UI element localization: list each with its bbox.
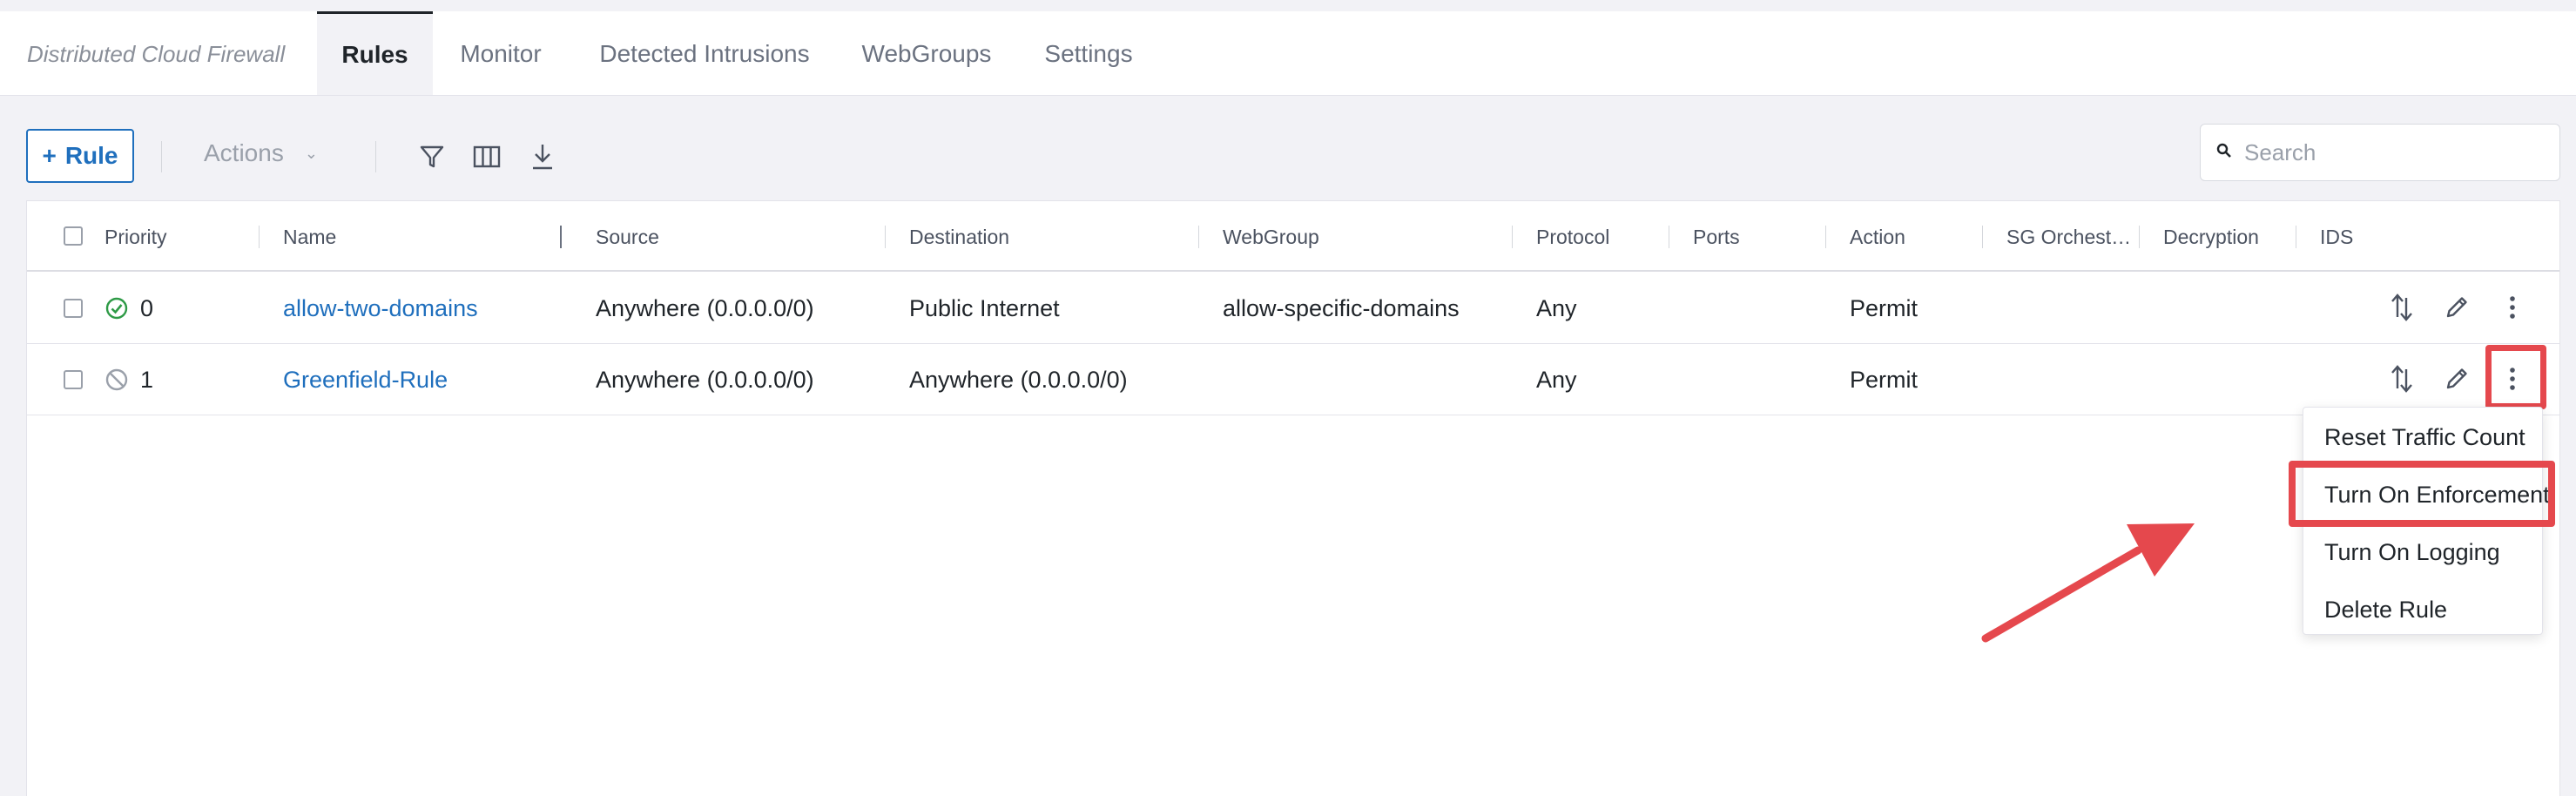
menu-item-turn-on-logging[interactable]: Turn On Logging — [2314, 526, 2533, 578]
search-input[interactable] — [2244, 138, 2540, 166]
column-sg-orchestration[interactable]: SG Orchest… — [2006, 226, 2131, 249]
column-separator — [1198, 226, 1199, 248]
column-resize-handle[interactable] — [560, 226, 562, 248]
reorder-icon[interactable] — [2384, 290, 2419, 325]
rule-name-link[interactable]: Greenfield-Rule — [283, 367, 448, 394]
plus-icon: + — [42, 142, 57, 169]
actions-label: Actions — [204, 139, 284, 166]
column-priority[interactable]: Priority — [105, 226, 167, 249]
column-decryption[interactable]: Decryption — [2163, 226, 2259, 249]
column-protocol[interactable]: Protocol — [1536, 226, 1609, 249]
top-navigation: Distributed Cloud Firewall Rules Monitor… — [0, 0, 2576, 96]
download-icon[interactable] — [525, 139, 560, 174]
column-separator — [2139, 226, 2140, 248]
row-destination: Anywhere (0.0.0.0/0) — [909, 367, 1128, 393]
row-protocol: Any — [1536, 367, 1577, 393]
reorder-icon[interactable] — [2384, 361, 2419, 396]
chevron-down-icon: ⌄ — [304, 144, 318, 162]
row-source: Anywhere (0.0.0.0/0) — [596, 367, 814, 393]
tab-monitor[interactable]: Monitor — [442, 11, 560, 96]
row-priority: 0 — [140, 295, 154, 321]
row-checkbox[interactable] — [64, 299, 83, 318]
rule-name-link[interactable]: allow-two-domains — [283, 295, 478, 322]
column-separator — [1825, 226, 1826, 248]
column-separator — [885, 226, 886, 248]
toolbar-divider — [375, 141, 376, 172]
column-separator — [259, 226, 260, 248]
search-icon — [2216, 143, 2232, 163]
add-rule-label: Rule — [64, 142, 118, 169]
columns-icon[interactable] — [469, 139, 504, 174]
tab-rules[interactable]: Rules — [317, 11, 433, 96]
filter-icon[interactable] — [415, 139, 449, 174]
rules-table: Priority Name Source Destination WebGrou… — [26, 200, 2560, 796]
rules-toolbar: + Rule Actions ⌄ — [0, 96, 2576, 200]
row-webgroup: allow-specific-domains — [1223, 295, 1460, 321]
enforced-check-icon — [105, 297, 128, 324]
row-protocol: Any — [1536, 295, 1577, 321]
highlight-turn-on-enforcement — [2289, 461, 2555, 527]
row-action: Permit — [1850, 295, 1919, 321]
tab-detected-intrusions[interactable]: Detected Intrusions — [587, 11, 822, 96]
row-destination: Public Internet — [909, 295, 1060, 321]
column-ports[interactable]: Ports — [1693, 226, 1740, 249]
column-ids[interactable]: IDS — [2320, 226, 2353, 249]
actions-dropdown[interactable]: Actions ⌄ — [204, 139, 318, 167]
row-checkbox[interactable] — [64, 370, 83, 389]
column-action[interactable]: Action — [1850, 226, 1905, 249]
menu-item-reset-traffic-count[interactable]: Reset Traffic Count — [2314, 411, 2533, 463]
column-source[interactable]: Source — [596, 226, 659, 249]
table-row[interactable]: 1 Greenfield-Rule Anywhere (0.0.0.0/0) A… — [27, 344, 2559, 415]
column-separator — [1512, 226, 1513, 248]
table-row[interactable]: 0 allow-two-domains Anywhere (0.0.0.0/0)… — [27, 273, 2559, 344]
tab-settings[interactable]: Settings — [1029, 11, 1148, 96]
edit-icon[interactable] — [2439, 290, 2474, 325]
row-source: Anywhere (0.0.0.0/0) — [596, 295, 814, 321]
column-destination[interactable]: Destination — [909, 226, 1009, 249]
tab-webgroups[interactable]: WebGroups — [848, 11, 1005, 96]
column-webgroup[interactable]: WebGroup — [1223, 226, 1319, 249]
disabled-status-icon — [105, 368, 128, 395]
table-header: Priority Name Source Destination WebGrou… — [27, 201, 2559, 272]
search-box[interactable] — [2200, 124, 2560, 181]
toolbar-divider — [161, 141, 162, 172]
column-separator — [1982, 226, 1983, 248]
row-action: Permit — [1850, 367, 1919, 393]
app-brand: Distributed Cloud Firewall — [27, 41, 286, 67]
column-name[interactable]: Name — [283, 226, 336, 249]
edit-icon[interactable] — [2439, 361, 2474, 396]
row-priority: 1 — [140, 367, 154, 393]
add-rule-button[interactable]: + Rule — [26, 129, 134, 183]
menu-item-delete-rule[interactable]: Delete Rule — [2314, 584, 2533, 636]
select-all-checkbox[interactable] — [64, 226, 83, 246]
more-options-icon[interactable] — [2495, 290, 2530, 325]
highlight-more-options — [2485, 345, 2546, 409]
